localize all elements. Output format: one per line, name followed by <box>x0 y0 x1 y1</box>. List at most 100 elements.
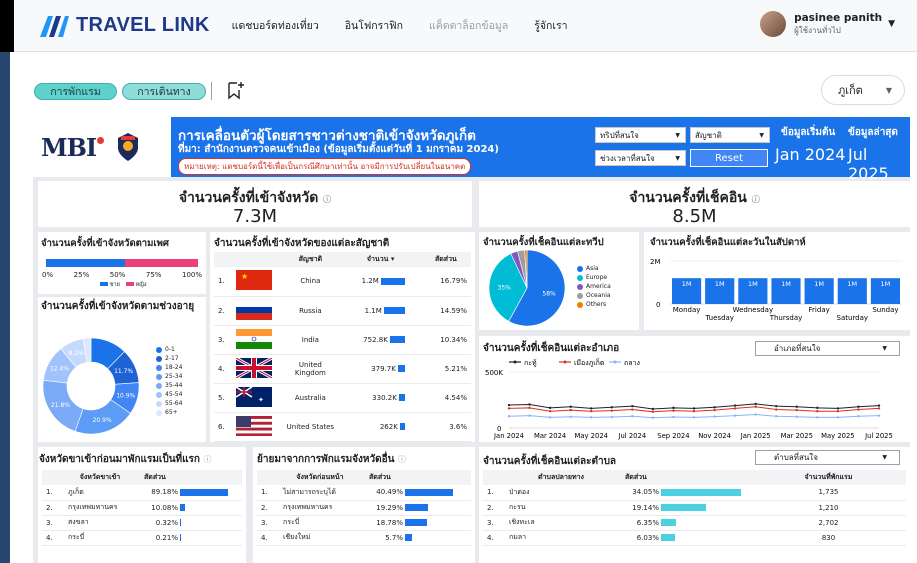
nav-about[interactable]: รู้จักเรา <box>534 17 567 34</box>
nationality-filter[interactable]: สัญชาติ ▼ <box>690 127 770 143</box>
avatar[interactable] <box>760 11 787 37</box>
line-point[interactable] <box>507 415 511 418</box>
table-row[interactable]: 3. กระบี่ 18.78% <box>257 515 471 531</box>
line-point[interactable] <box>590 416 593 419</box>
line-point[interactable] <box>733 407 737 410</box>
col-accommodation-count[interactable]: จำนวนที่พักแรม <box>751 470 906 485</box>
line-point[interactable] <box>548 406 552 410</box>
line-point[interactable] <box>877 407 881 410</box>
line-point[interactable] <box>816 416 819 419</box>
col-prev-province[interactable]: จังหวัดก่อนหน้า <box>275 470 365 485</box>
line-point[interactable] <box>528 406 531 410</box>
line-point[interactable] <box>631 404 634 408</box>
district-line-chart[interactable]: กะทู้ เมืองภูเก็ต ถลาง500K0Jan 2024 Mar 202… <box>479 358 910 442</box>
line-point[interactable] <box>754 413 757 416</box>
line-point[interactable] <box>672 406 675 410</box>
table-row[interactable]: 2. Russia 1.1M 14.59% <box>214 296 471 326</box>
table-row[interactable]: 6. United States 262K 3.6% <box>214 412 471 442</box>
line-point[interactable] <box>569 408 572 412</box>
line-point[interactable] <box>651 410 655 413</box>
line-point[interactable] <box>877 404 881 407</box>
col-nationality[interactable]: สัญชาติ <box>280 252 341 267</box>
line-point[interactable] <box>651 416 655 419</box>
line-point[interactable] <box>733 414 737 417</box>
col-province[interactable]: จังหวัดขาเข้า <box>60 470 140 485</box>
line-point[interactable] <box>651 407 655 411</box>
col-count[interactable]: จำนวน ▾ <box>340 252 421 267</box>
line-point[interactable] <box>713 415 716 418</box>
col-share[interactable]: สัดส่วน <box>621 470 751 485</box>
line-point[interactable] <box>631 415 634 418</box>
line-point[interactable] <box>631 408 634 411</box>
line-point[interactable] <box>795 405 798 408</box>
line-point[interactable] <box>548 410 552 413</box>
table-row[interactable]: 2. กรุงเทพมหานคร 19.29% <box>257 500 471 516</box>
line-point[interactable] <box>507 407 511 410</box>
col-subdistrict[interactable]: ตำบลปลายทาง <box>501 470 621 485</box>
table-row[interactable]: 4. เชียงใหม่ 5.7% <box>257 530 471 546</box>
line-point[interactable] <box>795 408 798 412</box>
line-point[interactable] <box>507 403 511 407</box>
table-row[interactable]: 1. ภูเก็ต 89.18% <box>42 485 242 501</box>
province-select[interactable]: ภูเก็ต ▼ <box>821 75 905 105</box>
nav-infographic[interactable]: อินโฟกราฟิก <box>345 17 403 34</box>
district-dropdown[interactable]: อำเภอที่สนใจ ▼ <box>755 341 900 356</box>
line-point[interactable] <box>857 415 860 418</box>
col-share[interactable]: สัดส่วน <box>140 470 242 485</box>
info-icon[interactable]: ⓘ <box>203 455 211 464</box>
trip-filter[interactable]: ทริปที่สนใจ ▼ <box>595 127 686 143</box>
chip-accommodation[interactable]: การพักแรม <box>34 83 117 100</box>
line-point[interactable] <box>836 410 840 413</box>
gender-bar-male[interactable] <box>46 259 126 267</box>
line-point[interactable] <box>610 409 613 412</box>
line-point[interactable] <box>816 410 819 413</box>
table-row[interactable]: 1. ★ China 1.2M 16.79% <box>214 267 471 297</box>
line-point[interactable] <box>836 416 840 419</box>
info-icon[interactable]: ⓘ <box>752 195 760 204</box>
line-point[interactable] <box>713 406 716 409</box>
table-row[interactable]: 3. เชิงทะเล 6.35% 2,702 <box>483 515 906 531</box>
line-point[interactable] <box>569 415 572 418</box>
table-row[interactable]: 5. ✦ Australia 330.2K 4.54% <box>214 383 471 413</box>
line-point[interactable] <box>877 414 881 417</box>
line-point[interactable] <box>548 416 552 419</box>
reset-button[interactable]: Reset <box>690 149 768 167</box>
line-point[interactable] <box>754 405 757 408</box>
line-point[interactable] <box>610 406 613 409</box>
logo[interactable]: TRAVEL LINK <box>38 13 210 39</box>
table-row[interactable]: 4. กระบี่ 0.21% <box>42 530 242 546</box>
nav-catalog[interactable]: แค็ตตาล็อกข้อมูล <box>429 17 508 34</box>
age-donut-chart[interactable]: 11.7% 10.9% 20.9% 21.8% 12.4% 8.2% <box>38 334 148 440</box>
line-point[interactable] <box>713 408 716 412</box>
subdistrict-dropdown[interactable]: ตำบลที่สนใจ ▼ <box>755 450 900 465</box>
col-share[interactable]: สัดส่วน <box>420 252 471 267</box>
table-row[interactable]: 4. กมลา 6.03% 830 <box>483 530 906 546</box>
line-point[interactable] <box>590 407 593 410</box>
table-row[interactable]: 3. India 752.8K 10.34% <box>214 325 471 355</box>
info-icon[interactable]: ⓘ <box>323 195 331 204</box>
line-point[interactable] <box>857 405 860 408</box>
line-point[interactable] <box>528 403 531 406</box>
table-row[interactable]: 1. ไม่สามารถระบุได้ 40.49% <box>257 485 471 501</box>
line-point[interactable] <box>795 415 798 418</box>
line-point[interactable] <box>672 409 675 412</box>
line-point[interactable] <box>775 415 778 418</box>
line-point[interactable] <box>754 402 757 406</box>
line-point[interactable] <box>610 415 613 419</box>
table-row[interactable]: 4. United Kingdom 379.7K 5.21% <box>214 354 471 384</box>
line-point[interactable] <box>816 406 819 410</box>
line-point[interactable] <box>692 416 696 419</box>
gender-bar[interactable] <box>46 259 198 267</box>
line-point[interactable] <box>836 407 840 410</box>
info-icon[interactable]: ⓘ <box>398 455 406 464</box>
nav-dashboard[interactable]: แดชบอร์ดท่องเที่ยว <box>232 17 319 34</box>
line-point[interactable] <box>590 410 593 413</box>
line-point[interactable] <box>775 404 778 408</box>
line-point[interactable] <box>775 408 778 411</box>
table-row[interactable]: 2. กรุงเทพมหานคร 10.08% <box>42 500 242 516</box>
weekday-bar-chart[interactable]: 2M 0 1M Monday 1M Tuesday 1M Wednesday 1M Thursda… <box>644 248 910 330</box>
gender-bar-female[interactable] <box>125 259 198 267</box>
line-point[interactable] <box>528 414 531 417</box>
line-point[interactable] <box>857 408 860 411</box>
table-row[interactable]: 2. กะรน 19.14% 1,210 <box>483 500 906 516</box>
